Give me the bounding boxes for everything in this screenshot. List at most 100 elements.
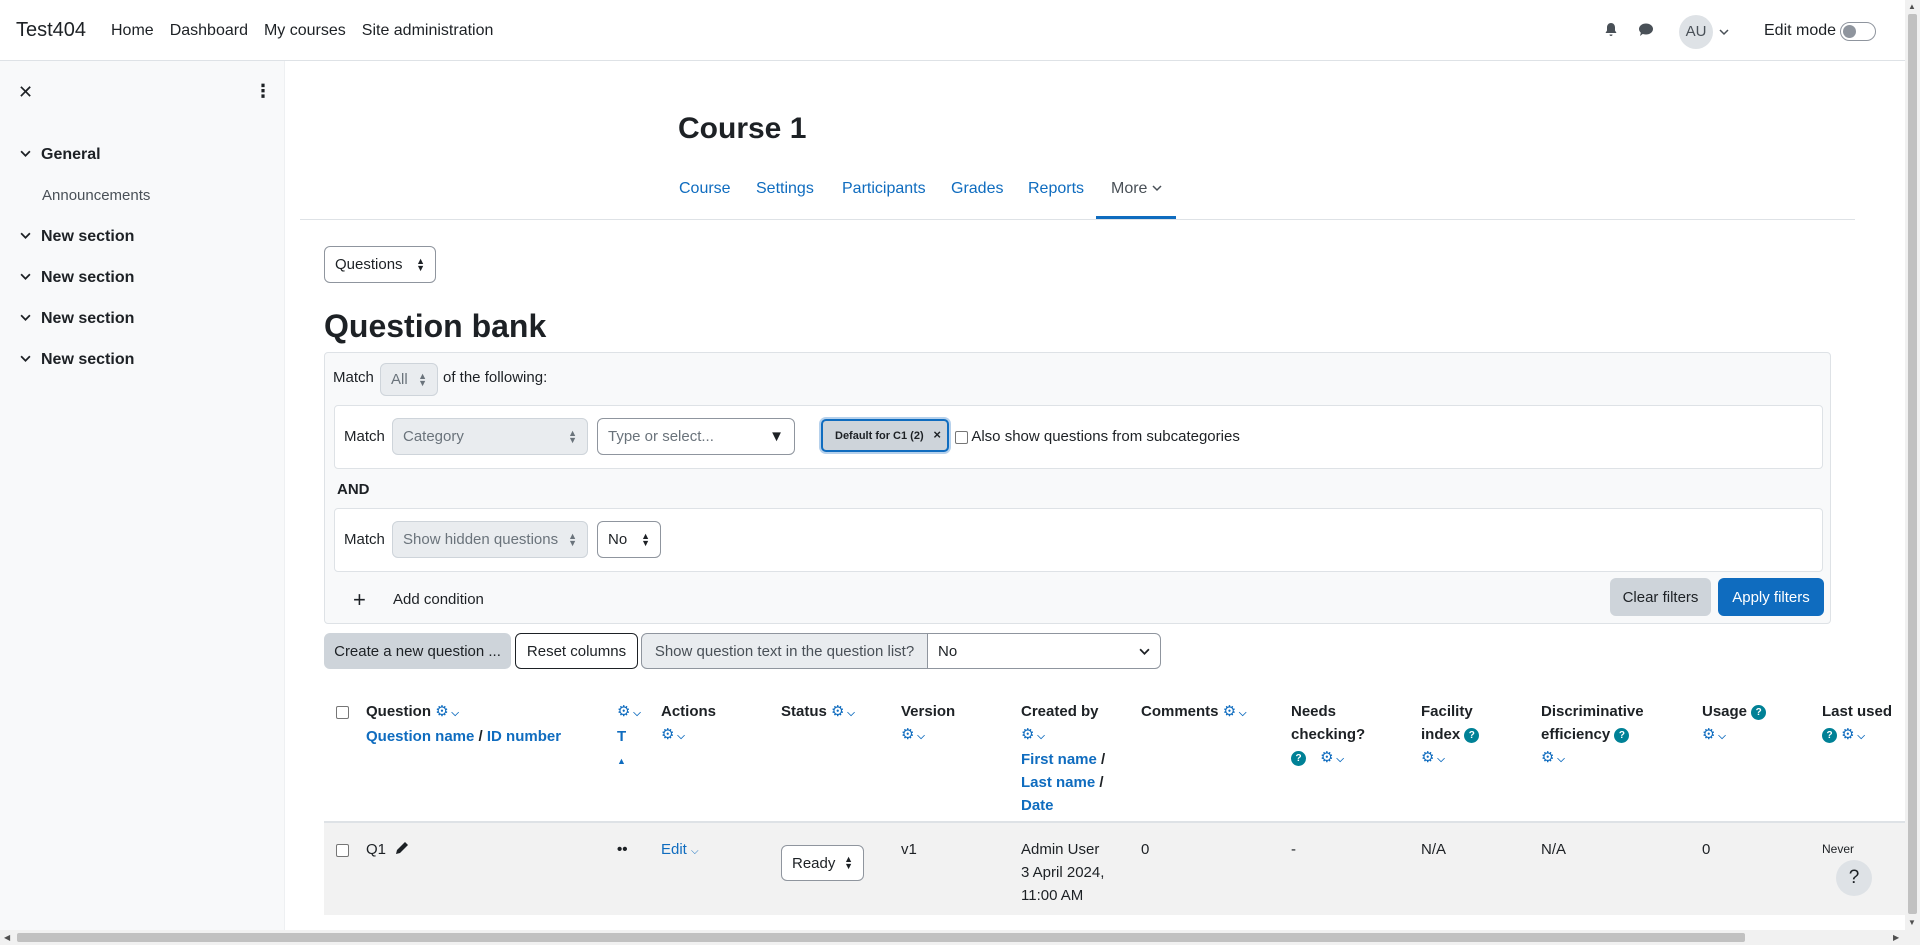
edit-pencil-icon[interactable] <box>394 840 410 856</box>
sort-first-name-link[interactable]: First name <box>1021 751 1097 768</box>
chevron-down-icon[interactable] <box>20 148 41 162</box>
user-menu-chevron-down-icon[interactable] <box>1719 22 1729 42</box>
status-select[interactable]: Ready ▲ ▼ <box>781 845 864 881</box>
chevron-down-icon[interactable]: ⌵ <box>674 731 685 742</box>
add-condition-button[interactable]: Add condition <box>393 591 484 608</box>
column-settings-gear-icon[interactable]: ⚙ <box>661 726 674 743</box>
edit-menu[interactable]: Edit ⌵ <box>661 838 699 863</box>
column-settings-gear-icon[interactable]: ⚙ <box>1841 726 1854 743</box>
column-settings-gear-icon[interactable]: ⚙ <box>1541 749 1554 766</box>
category-autocomplete-input[interactable]: Type or select... ▼ <box>597 418 795 455</box>
tab-reports[interactable]: Reports <box>1028 180 1084 198</box>
floating-help-question-icon[interactable]: ? <box>1836 860 1872 896</box>
column-settings-gear-icon[interactable]: ⚙ <box>1223 703 1236 720</box>
chevron-down-icon[interactable]: ⌵ <box>1034 731 1045 742</box>
condition-type-select[interactable]: Show hidden questions ▲ ▼ <box>392 521 588 558</box>
comments-count-link[interactable]: 0 <box>1141 838 1149 861</box>
chevron-down-icon[interactable]: ⌵ <box>914 731 925 742</box>
chevron-down-icon[interactable]: ⌵ <box>691 846 699 857</box>
tab-participants[interactable]: Participants <box>842 180 926 198</box>
section-new-section-3[interactable]: New section <box>20 298 270 339</box>
notifications-bell-icon[interactable] <box>1604 22 1618 43</box>
help-question-icon[interactable]: ? <box>1464 727 1480 743</box>
sort-date-link[interactable]: Date <box>1021 797 1054 814</box>
help-question-icon[interactable]: ? <box>1614 727 1630 743</box>
tab-settings[interactable]: Settings <box>756 180 814 198</box>
usage-count-link[interactable]: 0 <box>1702 838 1710 861</box>
activity-announcements[interactable]: Announcements <box>20 175 270 216</box>
chevron-down-icon[interactable] <box>20 271 41 285</box>
clear-filters-button[interactable]: Clear filters <box>1610 578 1711 616</box>
column-settings-gear-icon[interactable]: ⚙ <box>831 703 844 720</box>
chevron-down-icon[interactable] <box>20 230 41 244</box>
horizontal-scrollbar-thumb[interactable] <box>17 933 1745 942</box>
sort-last-name-link[interactable]: Last name <box>1021 774 1095 791</box>
chevron-down-icon[interactable] <box>20 312 41 326</box>
dropdown-triangle-icon[interactable]: ▼ <box>769 428 784 445</box>
chevron-down-icon[interactable]: ⌵ <box>1715 731 1726 742</box>
edit-mode-toggle[interactable] <box>1840 22 1876 41</box>
show-question-text-select[interactable]: No <box>927 633 1161 669</box>
column-settings-gear-icon[interactable]: ⚙ <box>1320 749 1333 766</box>
column-settings-gear-icon[interactable]: ⚙ <box>1702 726 1715 743</box>
select-all-checkbox[interactable] <box>336 700 349 723</box>
row-select-checkbox[interactable] <box>336 838 349 861</box>
close-drawer-icon[interactable]: ✕ <box>18 82 33 103</box>
chevron-down-icon[interactable]: ⌵ <box>1855 731 1865 742</box>
nav-home[interactable]: Home <box>111 22 154 40</box>
vertical-scrollbar-thumb[interactable] <box>1908 14 1917 914</box>
help-question-icon[interactable]: ? <box>1822 727 1837 743</box>
sort-id-number-link[interactable]: ID number <box>487 728 561 745</box>
column-settings-gear-icon[interactable]: ⚙ <box>617 703 630 720</box>
drawer-options-kebab-icon[interactable]: ⋮ <box>254 81 272 102</box>
column-settings-gear-icon[interactable]: ⚙ <box>1421 749 1434 766</box>
add-condition-plus-icon[interactable]: + <box>353 587 366 613</box>
chevron-down-icon[interactable] <box>20 353 41 367</box>
chevron-down-icon[interactable]: ⌵ <box>630 708 641 719</box>
chevron-down-icon[interactable]: ⌵ <box>844 708 855 719</box>
help-question-icon[interactable]: ? <box>1291 750 1306 766</box>
nav-my-courses[interactable]: My courses <box>264 22 346 40</box>
chevron-down-icon[interactable]: ⌵ <box>1236 708 1247 719</box>
scroll-right-arrow-icon[interactable]: ▶ <box>1893 933 1899 942</box>
match-all-select[interactable]: All ▲ ▼ <box>380 363 438 396</box>
show-hidden-value-select[interactable]: No ▲ ▼ <box>597 521 661 558</box>
create-new-question-button[interactable]: Create a new question ... <box>324 633 511 669</box>
sort-ascending-icon: ▲ <box>617 756 626 766</box>
remove-chip-close-icon[interactable]: × <box>933 427 941 442</box>
section-new-section-2[interactable]: New section <box>20 257 270 298</box>
horizontal-scrollbar[interactable]: ◀ ▶ <box>0 930 1905 945</box>
sort-type-link[interactable]: T <box>617 728 626 745</box>
section-new-section-1[interactable]: New section <box>20 216 270 257</box>
nav-site-administration[interactable]: Site administration <box>362 22 494 40</box>
reset-columns-button[interactable]: Reset columns <box>515 633 638 669</box>
user-avatar[interactable]: AU <box>1679 15 1713 49</box>
chevron-down-icon[interactable]: ⌵ <box>449 708 459 719</box>
scroll-down-arrow-icon[interactable]: ▼ <box>1908 918 1916 927</box>
column-settings-gear-icon[interactable]: ⚙ <box>1021 726 1034 743</box>
section-general[interactable]: General <box>20 134 270 175</box>
sort-question-name-link[interactable]: Question name <box>366 728 474 745</box>
condition-type-select[interactable]: Category ▲ ▼ <box>392 418 588 455</box>
selected-category-chip[interactable]: Default for C1 (2) × <box>821 419 949 452</box>
column-settings-gear-icon[interactable]: ⚙ <box>435 703 448 720</box>
tab-more[interactable]: More <box>1111 180 1162 198</box>
subcategories-checkbox[interactable] <box>955 430 968 444</box>
chevron-down-icon[interactable]: ⌵ <box>1434 754 1445 765</box>
edit-menu-link[interactable]: Edit <box>661 841 687 858</box>
tab-course[interactable]: Course <box>679 180 731 198</box>
question-bank-page-select[interactable]: Questions ▲ ▼ <box>324 246 436 283</box>
scroll-left-arrow-icon[interactable]: ◀ <box>4 933 10 942</box>
nav-dashboard[interactable]: Dashboard <box>170 22 248 40</box>
site-brand[interactable]: Test404 <box>16 19 86 42</box>
chevron-down-icon[interactable]: ⌵ <box>1554 754 1565 765</box>
apply-filters-button[interactable]: Apply filters <box>1718 578 1824 616</box>
vertical-scrollbar[interactable]: ▲ ▼ <box>1905 0 1920 945</box>
messages-chat-icon[interactable] <box>1638 22 1654 42</box>
chevron-down-icon[interactable]: ⌵ <box>1334 754 1344 765</box>
help-question-icon[interactable]: ? <box>1751 704 1767 720</box>
section-new-section-4[interactable]: New section <box>20 339 270 380</box>
column-settings-gear-icon[interactable]: ⚙ <box>901 726 914 743</box>
tab-grades[interactable]: Grades <box>951 180 1003 198</box>
scroll-up-arrow-icon[interactable]: ▲ <box>1908 2 1916 11</box>
